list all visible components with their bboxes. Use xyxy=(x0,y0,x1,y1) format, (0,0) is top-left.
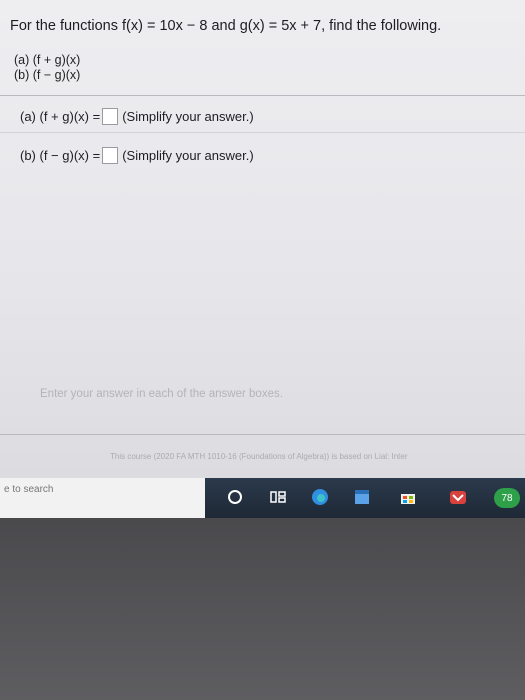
edge-icon[interactable] xyxy=(310,487,330,507)
notepad-icon[interactable] xyxy=(352,487,372,507)
taskbar: e to search 78 xyxy=(0,478,525,518)
task-view-icon[interactable] xyxy=(268,487,288,507)
divider xyxy=(0,434,525,435)
problem-statement: For the functions f(x) = 10x − 8 and g(x… xyxy=(10,18,442,34)
divider xyxy=(0,95,525,96)
monitor-bezel xyxy=(0,518,525,700)
app-badge-icon[interactable]: 78 xyxy=(494,488,520,508)
answer-a-hint: (Simplify your answer.) xyxy=(122,109,254,124)
part-b-label: (b) (f − g)(x) xyxy=(14,68,81,82)
search-box[interactable]: e to search xyxy=(0,478,205,518)
answer-b-label: (b) (f − g)(x) = xyxy=(20,148,101,163)
course-footer: This course (2020 FA MTH 1010-16 (Founda… xyxy=(110,452,408,461)
answer-b-input[interactable] xyxy=(102,147,119,164)
divider xyxy=(0,132,525,133)
answer-b-hint: (Simplify your answer.) xyxy=(122,148,254,163)
store-icon[interactable] xyxy=(398,487,418,507)
instruction-text: Enter your answer in each of the answer … xyxy=(40,388,283,400)
mail-icon[interactable] xyxy=(448,487,468,507)
app-badge-count: 78 xyxy=(501,492,513,504)
part-a-label: (a) (f + g)(x) xyxy=(14,53,81,67)
parts-list: (a) (f + g)(x) (b) (f − g)(x) xyxy=(14,53,80,83)
screen: For the functions f(x) = 10x − 8 and g(x… xyxy=(0,0,525,480)
answer-a-label: (a) (f + g)(x) = xyxy=(20,109,101,124)
answer-row-b: (b) (f − g)(x) = (Simplify your answer.) xyxy=(20,147,254,164)
answer-a-input[interactable] xyxy=(102,108,119,125)
answer-row-a: (a) (f + g)(x) = (Simplify your answer.) xyxy=(20,108,254,125)
search-placeholder: e to search xyxy=(4,484,54,495)
cortana-circle-icon[interactable] xyxy=(225,487,245,507)
